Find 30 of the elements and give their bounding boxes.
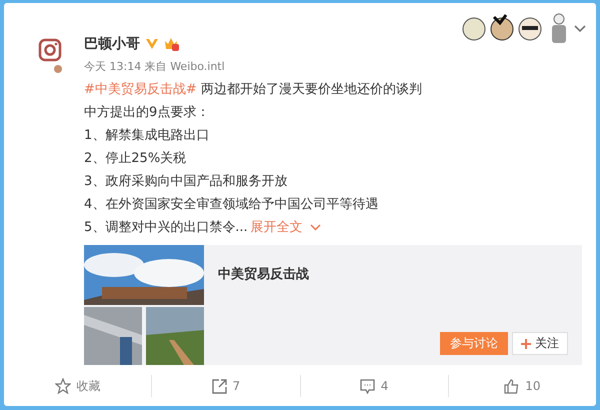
crown-icon <box>164 37 180 51</box>
post-line: 2、停止25%关税 <box>84 150 188 168</box>
post-headline: #中美贸易反击战# 两边都开始了漫天要价坐地还价的谈判 <box>84 81 423 99</box>
discuss-button[interactable]: 参与讨论 <box>440 332 508 355</box>
post-line: 1、解禁集成电路出口 <box>84 127 210 145</box>
like-button[interactable]: 10 <box>448 378 596 394</box>
author-name[interactable]: 巴顿小哥 <box>84 35 140 53</box>
post-line: 中方提出的9点要求： <box>84 104 210 122</box>
favorite-button[interactable]: 收藏 <box>4 376 152 396</box>
topic-card[interactable]: 中美贸易反击战 参与讨论 关注 <box>84 245 582 365</box>
verified-icon <box>145 38 159 50</box>
plus-icon <box>521 338 531 348</box>
follow-button[interactable]: 关注 <box>512 332 568 355</box>
share-icon <box>212 378 227 394</box>
star-icon <box>54 378 71 394</box>
camera-icon <box>38 38 64 74</box>
comment-button[interactable]: 4 <box>300 378 448 394</box>
post-line: 3、政府采购向中国产品和服务开放 <box>84 173 288 191</box>
post-source[interactable]: 来自 Weibo.intl <box>144 60 225 73</box>
expand-link[interactable]: 展开全文 <box>250 216 307 239</box>
hashtag-link[interactable]: #中美贸易反击战# <box>84 82 197 97</box>
topic-title: 中美贸易反击战 <box>218 266 310 283</box>
post-time: 今天 13:14 <box>84 60 142 73</box>
thumbs-up-icon <box>504 378 520 394</box>
share-button[interactable]: 7 <box>152 378 300 394</box>
post-line: 5、调整对中兴的出口禁令... <box>84 219 248 237</box>
chevron-down-icon[interactable] <box>574 25 586 33</box>
comment-icon <box>360 378 375 394</box>
post-line: 4、在外资国家安全审查领域给予中国公司平等待遇 <box>84 196 380 214</box>
chevron-down-icon <box>310 224 321 231</box>
